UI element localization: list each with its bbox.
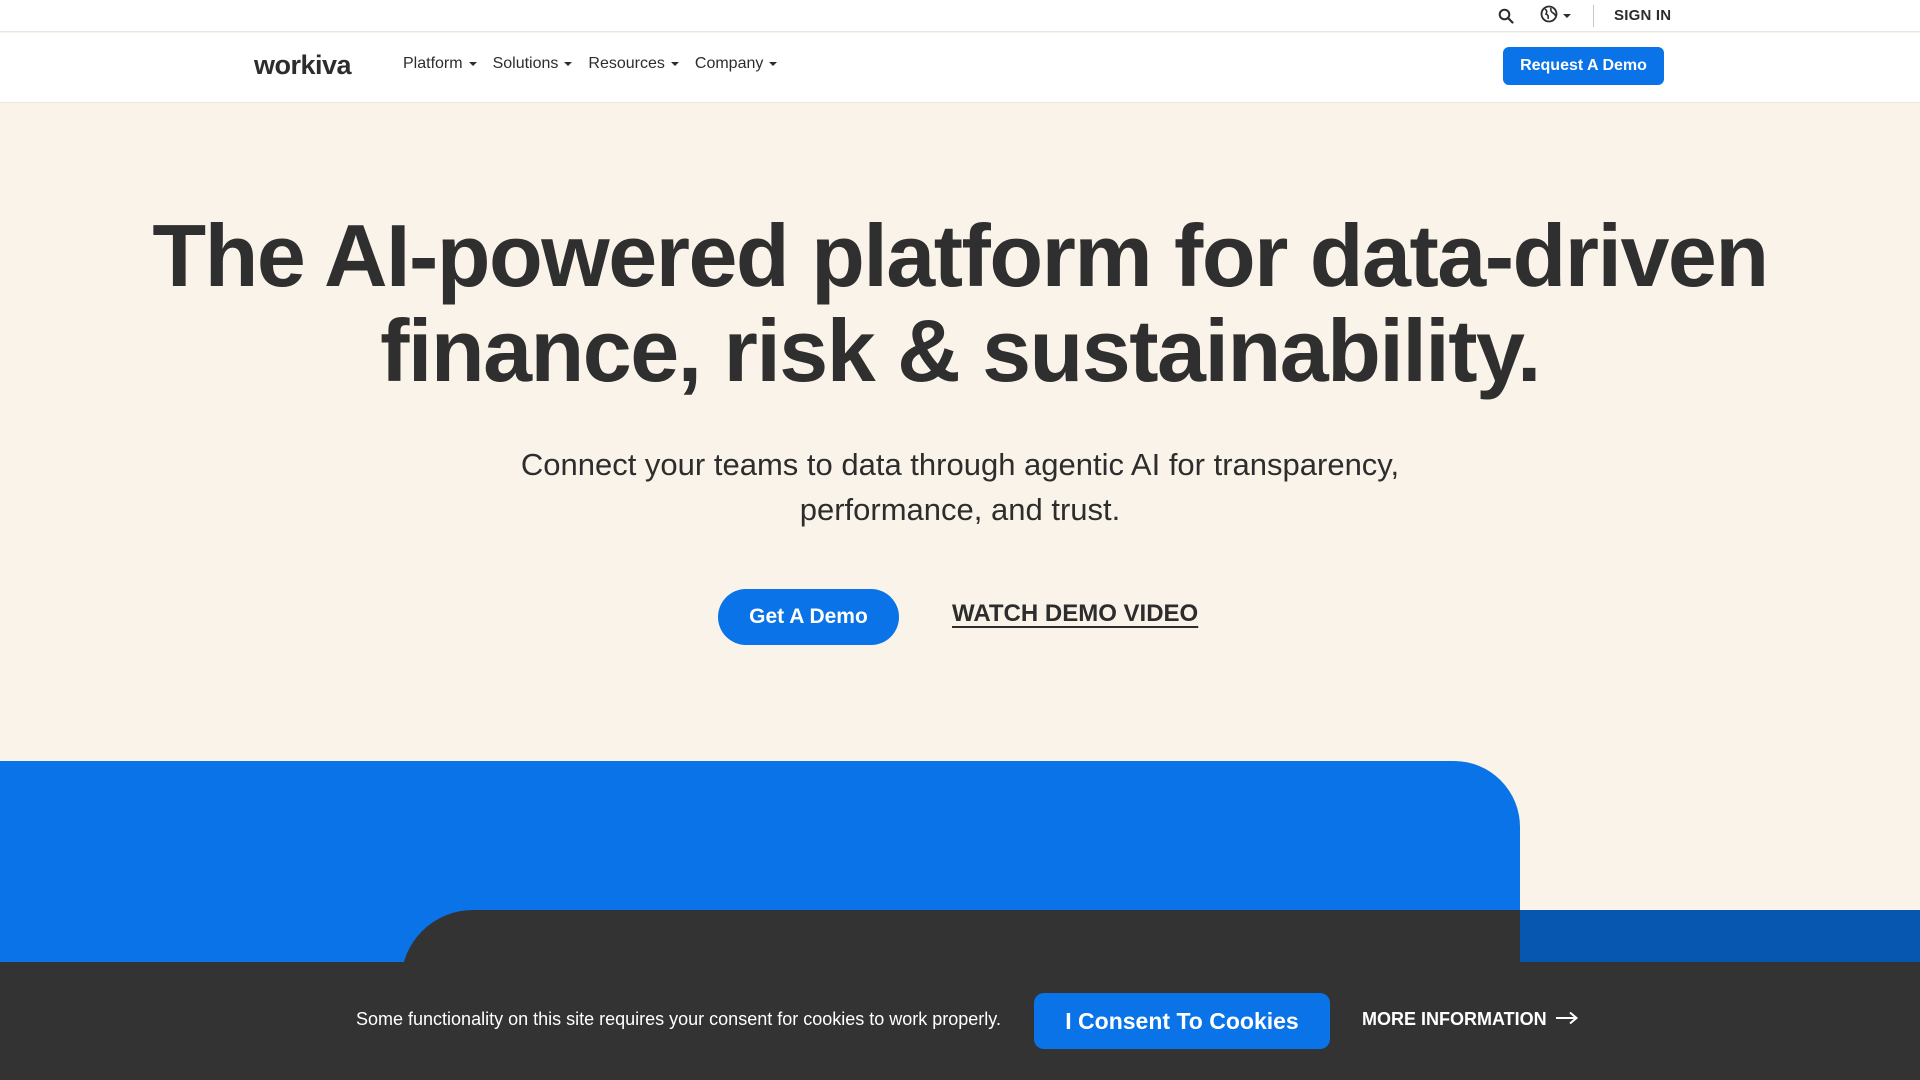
hero-title-line-1: The AI-powered platform for data-driven <box>152 206 1769 305</box>
hero-subtitle-line-1: Connect your teams to data through agent… <box>520 447 1400 482</box>
arrow-right-icon <box>1555 1009 1579 1030</box>
nav-resources-label: Resources <box>588 55 665 72</box>
hero-subtitle-line-2: performance, and trust. <box>799 492 1121 527</box>
nav-platform-label: Platform <box>403 55 463 72</box>
globe-icon <box>1540 5 1558 28</box>
workiva-logo[interactable]: workiva <box>254 49 356 85</box>
nav-solutions-label: Solutions <box>492 55 559 72</box>
chevron-down-icon <box>670 62 679 66</box>
hero-title: The AI-powered platform for data-driven … <box>0 208 1920 398</box>
watch-demo-video-link[interactable]: WATCH DEMO VIDEO <box>952 600 1198 628</box>
more-information-link[interactable]: MORE INFORMATION <box>1362 1009 1579 1030</box>
chevron-down-icon <box>769 62 778 66</box>
nav-company[interactable]: Company <box>694 55 778 73</box>
nav-resources[interactable]: Resources <box>588 55 679 73</box>
sign-in-link[interactable]: SIGN IN <box>1614 7 1671 24</box>
divider <box>1593 5 1594 27</box>
search-icon[interactable] <box>1496 6 1516 26</box>
nav-solutions[interactable]: Solutions <box>493 55 573 73</box>
nav-company-label: Company <box>694 55 764 72</box>
utility-bar: SIGN IN <box>0 0 1920 32</box>
cookie-banner: Some functionality on this site requires… <box>0 962 1920 1080</box>
more-information-label: MORE INFORMATION <box>1362 1009 1547 1029</box>
hero-title-line-2: finance, risk & sustainability. <box>380 301 1541 400</box>
cookie-message: Some functionality on this site requires… <box>356 1009 1001 1029</box>
svg-text:workiva: workiva <box>254 52 353 80</box>
language-selector[interactable] <box>1540 5 1571 27</box>
nav-links: Platform Solutions Resources Company <box>403 55 778 73</box>
nav-platform[interactable]: Platform <box>403 55 477 73</box>
consent-cookies-button[interactable]: I Consent To Cookies <box>1034 993 1330 1049</box>
request-demo-button[interactable]: Request A Demo <box>1503 47 1664 85</box>
main-nav: workiva Platform Solutions Resources Com… <box>0 33 1920 103</box>
chevron-down-icon <box>468 62 477 66</box>
hero-subtitle: Connect your teams to data through agent… <box>0 442 1920 532</box>
get-demo-button[interactable]: Get A Demo <box>718 589 899 645</box>
chevron-down-icon <box>1563 14 1571 18</box>
chevron-down-icon <box>564 62 573 66</box>
